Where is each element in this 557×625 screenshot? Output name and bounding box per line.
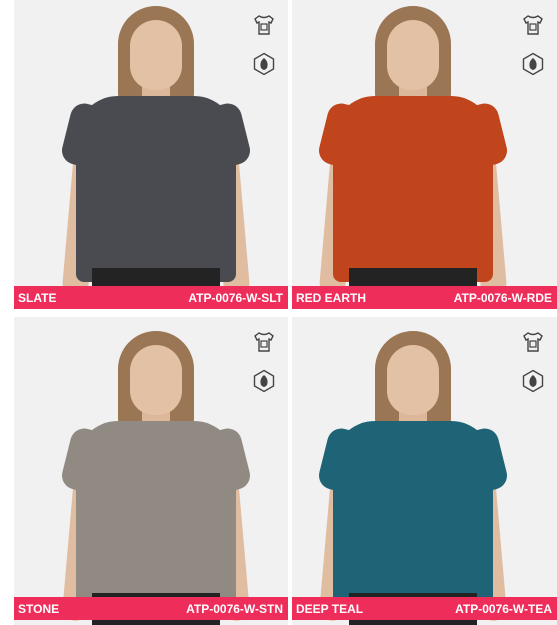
sku-code: ATP-0076-W-RDE [453, 290, 552, 305]
sku-code: ATP-0076-W-STN [186, 601, 283, 616]
tshirt [76, 96, 236, 282]
color-name: RED EARTH [296, 290, 367, 305]
sku-code: ATP-0076-W-TEA [455, 601, 552, 616]
color-name: STONE [18, 601, 60, 616]
product-label-bar: DEEP TEAL ATP-0076-W-TEA [292, 597, 557, 620]
sku-code: ATP-0076-W-SLT [188, 290, 283, 305]
product-card-slate[interactable]: SLATE ATP-0076-W-SLT [14, 0, 288, 309]
tshirt [332, 96, 493, 282]
tshirt-print-icon [251, 12, 277, 38]
leaf-hexagon-icon [251, 51, 277, 77]
product-photo [14, 0, 288, 309]
tshirt [76, 421, 236, 607]
tshirt [332, 421, 493, 607]
leaf-hexagon-icon [520, 368, 546, 394]
product-label-bar: SLATE ATP-0076-W-SLT [14, 286, 288, 309]
product-card-red-earth[interactable]: RED EARTH ATP-0076-W-RDE [292, 0, 557, 309]
product-photo [292, 0, 557, 309]
tshirt-print-icon [251, 329, 277, 355]
leaf-hexagon-icon [251, 368, 277, 394]
tshirt-print-icon [520, 12, 546, 38]
product-grid: SLATE ATP-0076-W-SLT RED EARTH ATP-0076-… [14, 0, 557, 625]
product-label-bar: RED EARTH ATP-0076-W-RDE [292, 286, 557, 309]
product-card-stone[interactable]: STONE ATP-0076-W-STN [14, 309, 288, 625]
product-label-bar: STONE ATP-0076-W-STN [14, 597, 288, 620]
product-card-deep-teal[interactable]: DEEP TEAL ATP-0076-W-TEA [292, 309, 557, 625]
leaf-hexagon-icon [520, 51, 546, 77]
color-name: DEEP TEAL [296, 601, 364, 616]
tshirt-print-icon [520, 329, 546, 355]
product-photo [14, 317, 288, 625]
color-name: SLATE [18, 290, 57, 305]
product-photo [292, 317, 557, 625]
